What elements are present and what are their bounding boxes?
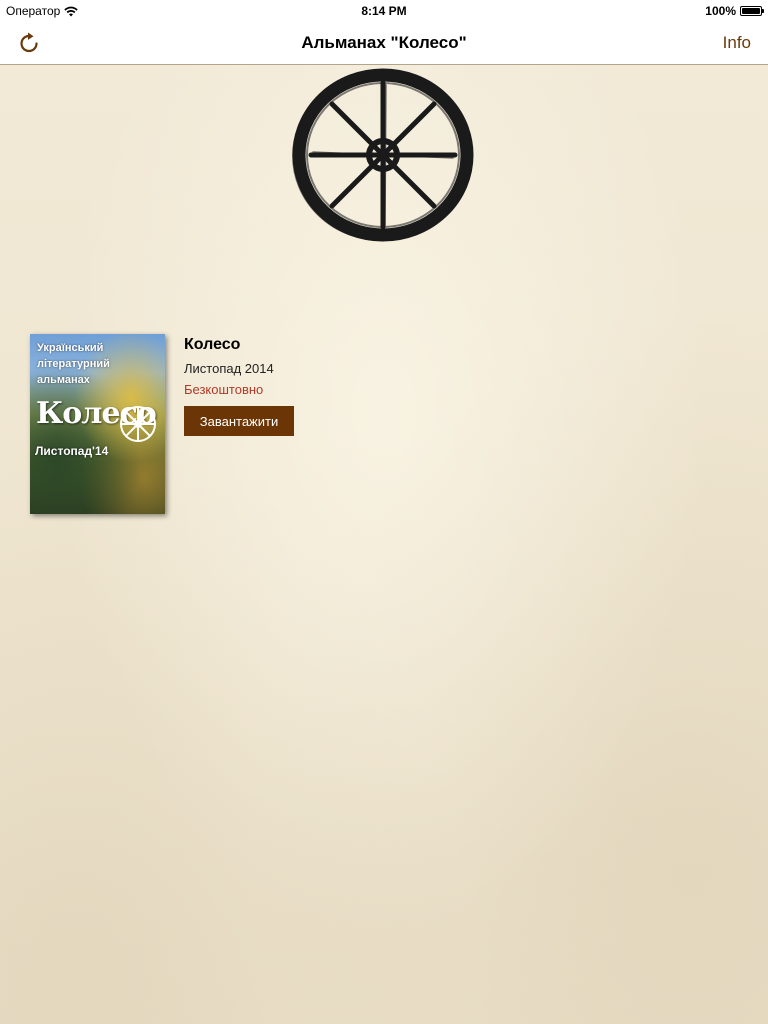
cover-wheel-icon	[120, 406, 156, 442]
cover-subtitle-line-2: літературний	[37, 358, 110, 370]
issue-cover[interactable]: Український літературний альманах Колесо…	[30, 334, 165, 514]
navigation-bar: Альманах "Колесо" Info	[0, 22, 768, 65]
cover-subtitle-line-3: альманах	[37, 374, 90, 386]
cover-subtitle-line-1: Український	[37, 342, 104, 354]
status-time: 8:14 PM	[361, 4, 407, 18]
page-title: Альманах "Колесо"	[301, 33, 467, 52]
battery-icon	[740, 6, 764, 16]
status-bar: Оператор 8:14 PM 100%	[0, 0, 768, 22]
issue-date: Листопад 2014	[184, 361, 274, 376]
battery-status: 100%	[705, 4, 764, 18]
info-button[interactable]: Info	[723, 33, 751, 53]
wagon-wheel-icon	[292, 68, 474, 242]
download-button[interactable]: Завантажити	[184, 406, 294, 436]
battery-percent: 100%	[705, 4, 736, 18]
cover-date: Листопад'14	[35, 444, 109, 458]
issue-title: Колесо	[184, 336, 241, 353]
issue-price: Безкоштовно	[184, 382, 264, 397]
